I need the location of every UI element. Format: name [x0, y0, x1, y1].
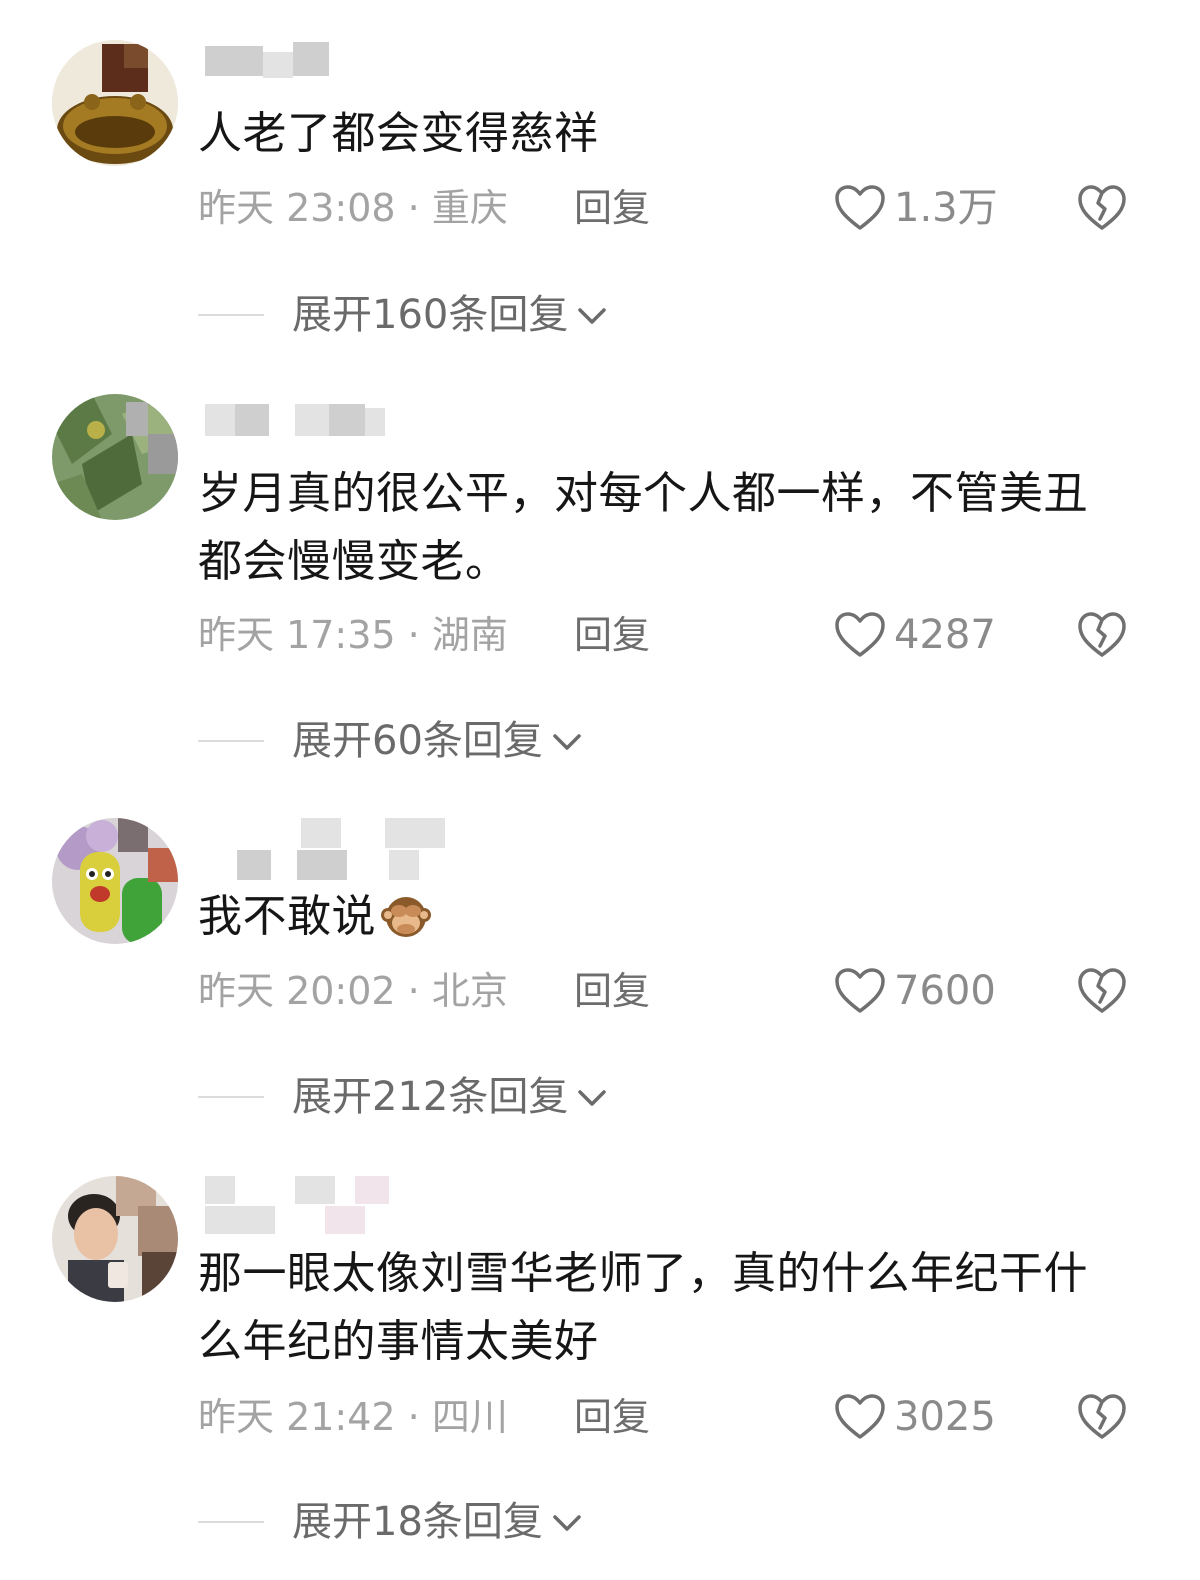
avatar[interactable] — [52, 40, 178, 166]
reply-button[interactable]: 回复 — [574, 1392, 650, 1442]
meta-separator: · — [395, 1395, 432, 1439]
heart-outline-icon — [835, 968, 885, 1013]
expand-replies[interactable]: 展开160条回复 — [198, 290, 610, 340]
comment-text-content: 我不敢说 — [198, 891, 376, 942]
expand-replies-label: 展开212条回复 — [292, 1074, 569, 1120]
broken-heart-icon — [1078, 968, 1126, 1013]
like-count: 7600 — [894, 968, 996, 1014]
comment-time: 昨天 21:42 — [198, 1395, 396, 1439]
reply-button[interactable]: 回复 — [574, 183, 650, 233]
see-no-evil-monkey-icon — [381, 897, 431, 937]
like-count: 4287 — [894, 612, 996, 658]
expand-replies[interactable]: 展开60条回复 — [198, 716, 585, 766]
comment-meta: 昨天 20:02 · 北京 — [198, 966, 508, 1016]
dislike-button[interactable] — [1076, 610, 1128, 660]
reply-button[interactable]: 回复 — [574, 610, 650, 660]
broken-heart-icon — [1078, 612, 1126, 657]
avatar[interactable] — [52, 394, 178, 520]
expand-replies-label: 展开160条回复 — [292, 292, 569, 338]
reply-button[interactable]: 回复 — [574, 966, 650, 1016]
username-redacted[interactable] — [205, 404, 395, 442]
like-button[interactable]: 1.3万 — [834, 183, 998, 233]
expand-replies-label: 展开18条回复 — [292, 1499, 543, 1545]
avatar-image — [52, 1176, 178, 1302]
meta-separator: · — [395, 186, 432, 230]
like-button[interactable]: 7600 — [834, 966, 996, 1016]
like-count: 3025 — [894, 1394, 996, 1440]
avatar[interactable] — [52, 1176, 178, 1302]
meta-separator: · — [395, 613, 432, 657]
divider — [198, 1096, 264, 1098]
comment-text: 人老了都会变得慈祥 — [198, 108, 599, 159]
like-button[interactable]: 3025 — [834, 1392, 996, 1442]
avatar-image — [52, 40, 178, 166]
divider — [198, 740, 264, 742]
chevron-down-icon — [553, 1515, 581, 1531]
avatar[interactable] — [52, 818, 178, 944]
comment-location: 四川 — [431, 1395, 508, 1439]
comment-text: 岁月真的很公平，对每个人都一样，不管美丑都会慢慢变老。 — [198, 468, 1088, 587]
dislike-button[interactable] — [1076, 966, 1128, 1016]
meta-separator: · — [395, 969, 432, 1013]
heart-outline-icon — [835, 612, 885, 657]
comment-time: 昨天 20:02 — [198, 969, 396, 1013]
heart-outline-icon — [835, 185, 885, 230]
expand-replies[interactable]: 展开18条回复 — [198, 1497, 585, 1547]
like-count: 1.3万 — [894, 185, 998, 231]
comment-text: 那一眼太像刘雪华老师了，真的什么年纪干什么年纪的事情太美好 — [198, 1248, 1088, 1367]
comment-location: 北京 — [431, 969, 508, 1013]
username-redacted[interactable] — [205, 818, 455, 880]
avatar-image — [52, 818, 178, 944]
chevron-down-icon — [553, 734, 581, 750]
broken-heart-icon — [1078, 1394, 1126, 1439]
username-redacted[interactable] — [205, 1176, 395, 1234]
comment-text: 我不敢说 — [198, 883, 1100, 951]
comment-meta: 昨天 23:08 · 重庆 — [198, 183, 508, 233]
broken-heart-icon — [1078, 185, 1126, 230]
comment-time: 昨天 17:35 — [198, 613, 396, 657]
comment-location: 湖南 — [431, 613, 508, 657]
divider — [198, 1521, 264, 1523]
chevron-down-icon — [578, 1090, 607, 1106]
comment-location: 重庆 — [431, 186, 508, 230]
dislike-button[interactable] — [1076, 1392, 1128, 1442]
like-button[interactable]: 4287 — [834, 610, 996, 660]
comment-time: 昨天 23:08 — [198, 186, 396, 230]
comment-meta: 昨天 17:35 · 湖南 — [198, 610, 508, 660]
expand-replies-label: 展开60条回复 — [292, 718, 543, 764]
comment-meta: 昨天 21:42 · 四川 — [198, 1392, 508, 1442]
username-redacted[interactable] — [205, 42, 345, 80]
divider — [198, 314, 264, 316]
avatar-image — [52, 394, 178, 520]
heart-outline-icon — [835, 1394, 885, 1439]
chevron-down-icon — [578, 308, 607, 324]
expand-replies[interactable]: 展开212条回复 — [198, 1072, 610, 1122]
dislike-button[interactable] — [1076, 183, 1128, 233]
